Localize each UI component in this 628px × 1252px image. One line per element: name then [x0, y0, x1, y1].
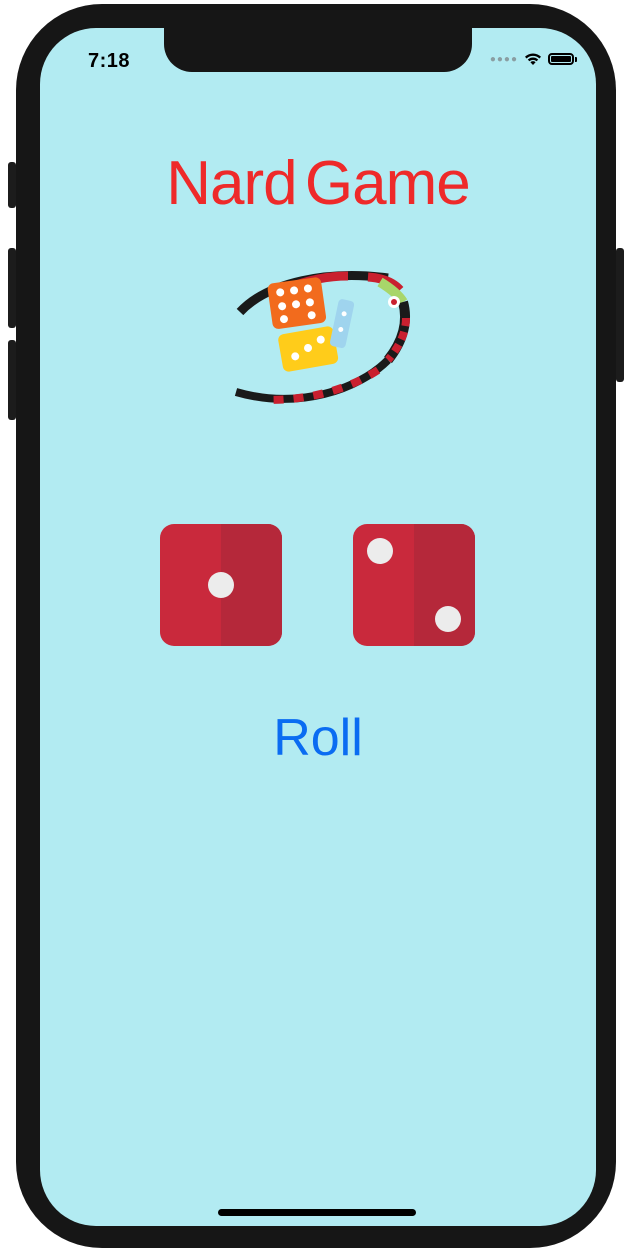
app-title: Nard Game — [166, 149, 470, 218]
die-right — [353, 524, 475, 646]
status-time: 7:18 — [88, 50, 131, 72]
die-pip — [208, 572, 234, 598]
power-button — [616, 248, 624, 382]
volume-up-button — [8, 248, 16, 328]
app-screen: 7:18 ●●●● Nard Game Roll — [40, 28, 596, 1226]
dice-board-logo — [234, 271, 410, 404]
die-pip — [435, 606, 461, 632]
roll-button[interactable]: Roll — [218, 708, 418, 768]
status-icons: ●●●● — [489, 52, 577, 66]
die-left — [160, 524, 282, 646]
wifi-icon — [525, 53, 541, 65]
die-pip — [367, 538, 393, 564]
volume-down-button — [8, 340, 16, 420]
mute-switch — [8, 162, 16, 208]
notch — [164, 28, 472, 72]
signal-dots-icon: ●●●● — [489, 53, 518, 65]
home-indicator[interactable] — [218, 1209, 416, 1216]
battery-icon — [548, 53, 577, 65]
